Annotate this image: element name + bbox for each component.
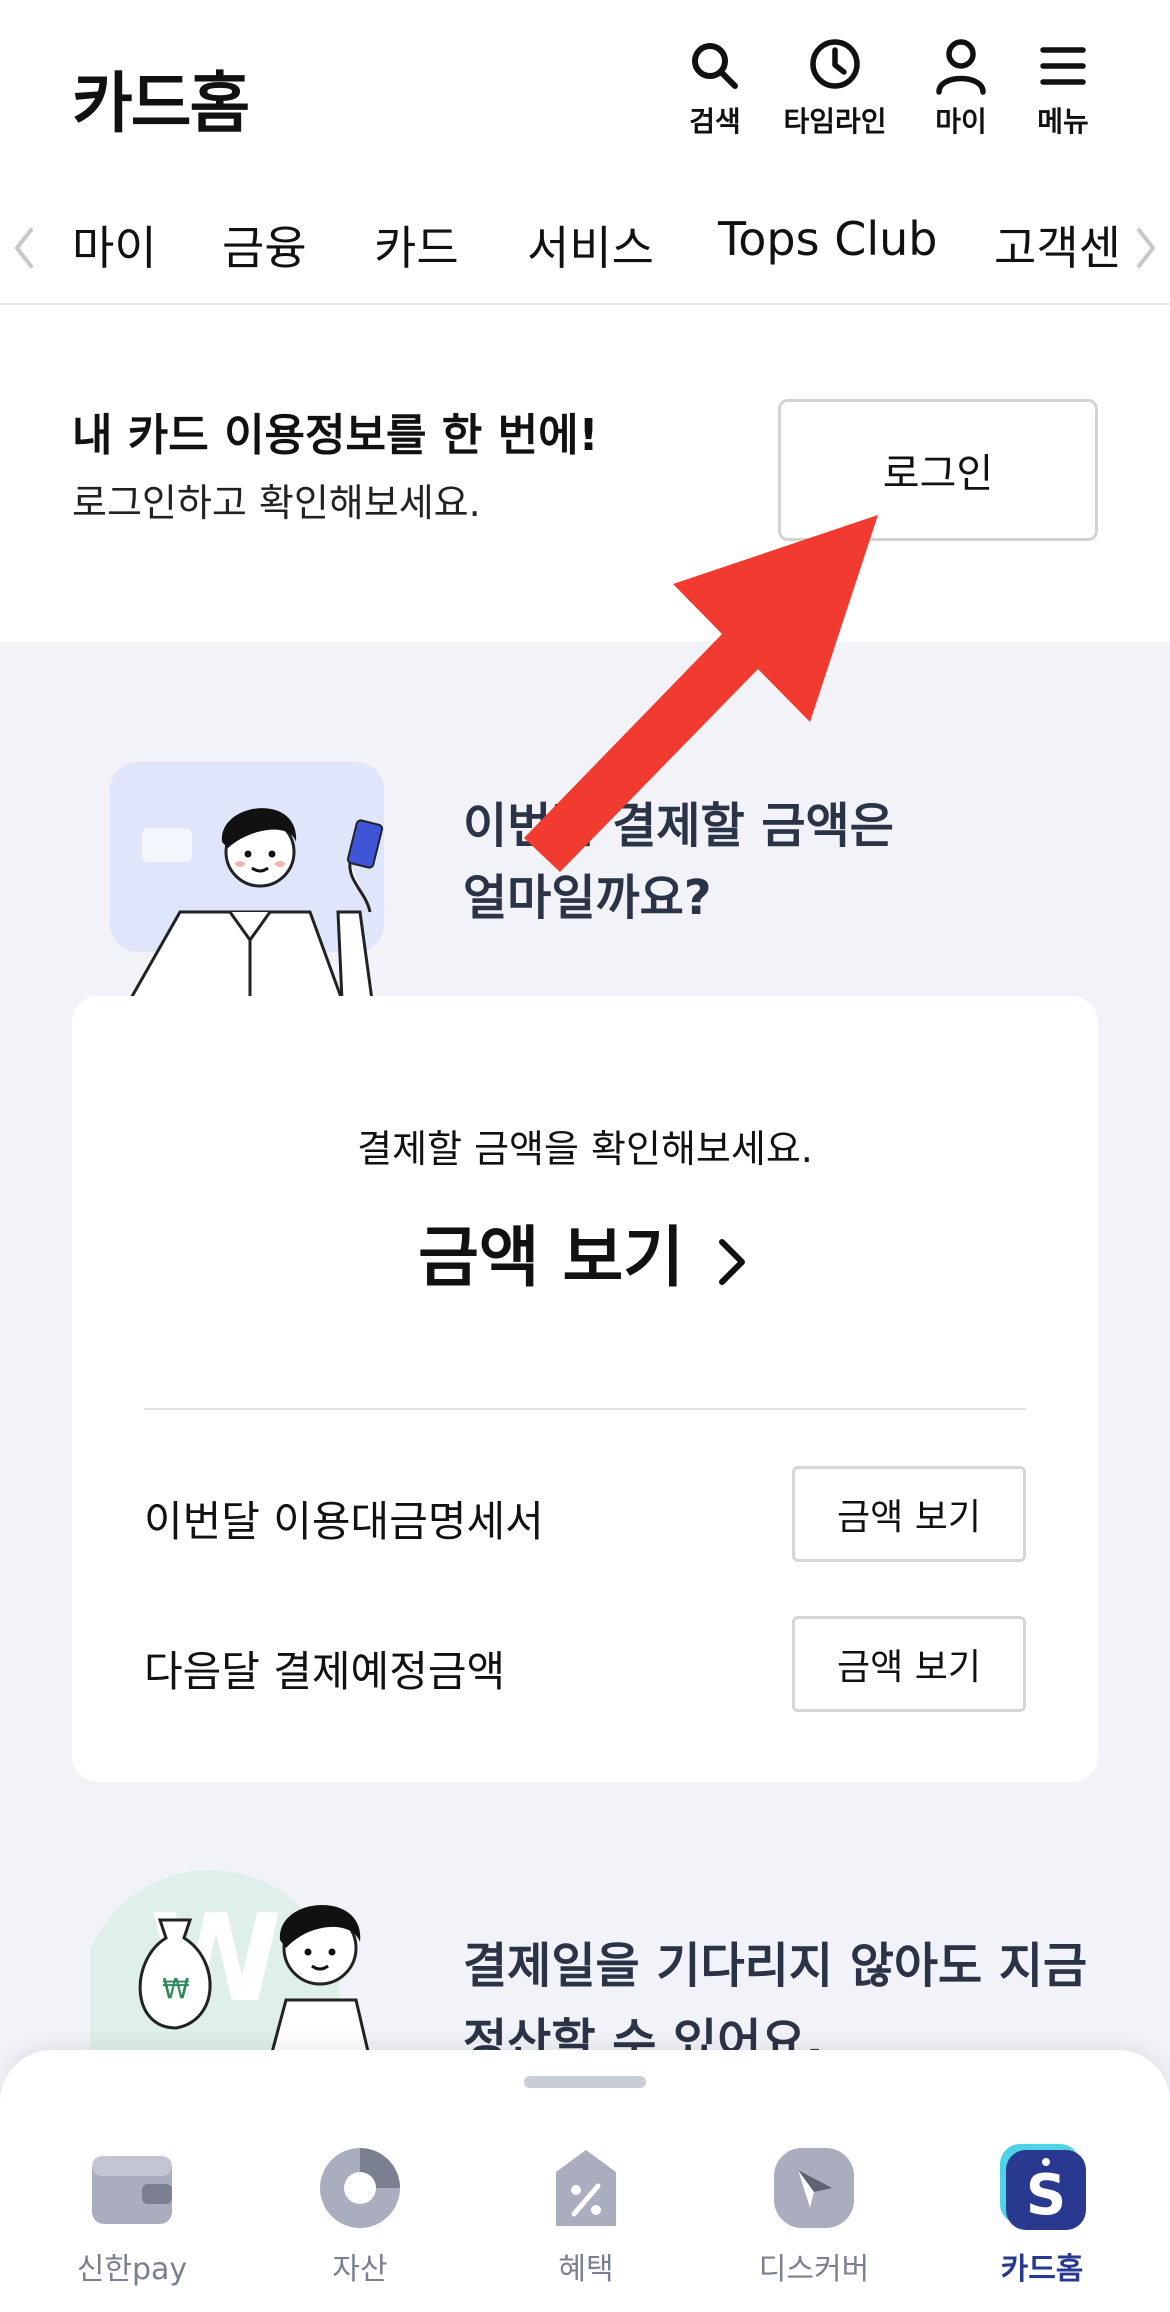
nav-label-shinhan-pay: 신한pay [76, 2252, 188, 2287]
view-amount-link[interactable]: 금액 보기 [72, 1204, 1098, 1300]
header: 카드홈 검색 타임라인 마이 메뉴 [0, 0, 1170, 190]
search-icon [692, 43, 738, 89]
nav-label-card-home: 카드홈 [1000, 2252, 1084, 2287]
drag-handle[interactable] [524, 2076, 646, 2088]
nav-item-card-home[interactable]: S 카드홈 [942, 2142, 1142, 2292]
login-button[interactable]: 로그인 [778, 399, 1098, 541]
my-label: 마이 [935, 105, 987, 138]
promo-heading: 이번달 결제할 금액은 얼마일까요? [463, 790, 894, 934]
menu-button[interactable]: 메뉴 [1008, 36, 1118, 146]
pie-chart-icon [320, 2148, 400, 2228]
statement-view-amount-button[interactable]: 금액 보기 [792, 1466, 1026, 1562]
statement-row-label: 이번달 이용대금명세서 [144, 1497, 544, 1546]
promo-heading-line1: 이번달 결제할 금액은 [463, 798, 894, 854]
tab-tops-club[interactable]: Tops Club [718, 212, 937, 266]
login-prompt: 내 카드 이용정보를 한 번에! 로그인하고 확인해보세요. 로그인 [0, 307, 1170, 642]
next-payment-row-label: 다음달 결제예정금액 [144, 1647, 506, 1696]
bottom-nav: 신한pay 자산 혜택 디스커버 S 카드홈 [0, 2050, 1170, 2312]
tab-card[interactable]: 카드 [374, 212, 459, 278]
view-amount-label: 금액 보기 [418, 1219, 684, 1296]
tabs-scroll-left-button[interactable] [4, 218, 44, 278]
search-label: 검색 [689, 105, 741, 138]
svg-text:S: S [1026, 2163, 1066, 2228]
page-title: 카드홈 [72, 65, 250, 142]
person-with-money-bag-illustration: W ₩ [90, 1870, 372, 2060]
timeline-label: 타임라인 [783, 105, 887, 138]
clock-icon [810, 39, 860, 89]
tab-customer-center[interactable]: 고객센 [994, 212, 1121, 278]
next-payment-view-amount-button[interactable]: 금액 보기 [792, 1616, 1026, 1712]
nav-label-benefits: 혜택 [558, 2252, 614, 2287]
menu-label: 메뉴 [1037, 105, 1089, 138]
chevron-left-icon [15, 228, 33, 268]
wallet-icon [92, 2156, 172, 2224]
timeline-button[interactable]: 타임라인 [780, 36, 890, 146]
nav-item-shinhan-pay[interactable]: 신한pay [32, 2142, 232, 2292]
my-button[interactable]: 마이 [906, 36, 1016, 146]
card-home-icon: S [1000, 2144, 1086, 2230]
nav-item-benefits[interactable]: 혜택 [486, 2142, 686, 2292]
user-icon [936, 39, 986, 95]
nav-label-discover: 디스커버 [758, 2252, 870, 2287]
tab-my[interactable]: 마이 [72, 212, 157, 278]
category-tabs: 마이 금융 카드 서비스 Tops Club 고객센 [0, 190, 1170, 305]
chevron-right-icon [1137, 228, 1155, 268]
divider [144, 1408, 1026, 1410]
tab-finance[interactable]: 금융 [222, 212, 307, 278]
tabs-scroll-right-button[interactable] [1126, 218, 1166, 278]
chevron-right-icon [718, 1238, 745, 1285]
login-subtext: 로그인하고 확인해보세요. [72, 481, 481, 525]
login-headline: 내 카드 이용정보를 한 번에! [72, 410, 599, 461]
person-with-card-illustration [110, 762, 384, 1000]
search-button[interactable]: 검색 [660, 36, 770, 146]
nav-label-assets: 자산 [332, 2252, 388, 2287]
compass-icon [774, 2148, 854, 2228]
tag-icon [556, 2150, 616, 2226]
payment-card: 결제할 금액을 확인해보세요. 금액 보기 이번달 이용대금명세서 금액 보기 … [72, 996, 1098, 1782]
nav-item-assets[interactable]: 자산 [260, 2142, 460, 2292]
tab-service[interactable]: 서비스 [527, 212, 654, 278]
payment-card-subtitle: 결제할 금액을 확인해보세요. [357, 1127, 813, 1171]
promo-heading-line2: 얼마일까요? [463, 870, 712, 926]
promo2-heading-line1: 결제일을 기다리지 않아도 지금 [463, 1938, 1088, 1994]
svg-text:₩: ₩ [162, 1972, 190, 2005]
nav-item-discover[interactable]: 디스커버 [714, 2142, 914, 2292]
menu-icon [1040, 47, 1086, 85]
